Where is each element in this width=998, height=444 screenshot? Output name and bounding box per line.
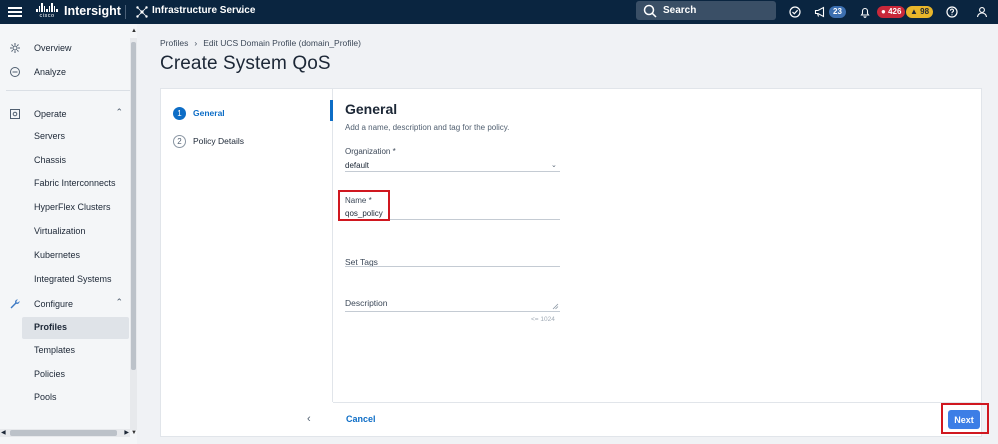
active-step-indicator xyxy=(330,100,333,121)
sidebar-item-configure[interactable]: Configure ⌃ xyxy=(0,294,131,316)
field-underline xyxy=(345,266,560,267)
sidebar-divider xyxy=(6,90,130,91)
sidebar-item-virtualization[interactable]: Virtualization xyxy=(0,221,131,243)
sidebar-item-integrated-systems[interactable]: Integrated Systems xyxy=(0,269,131,291)
description-label: Description xyxy=(345,298,388,308)
step-number: 1 xyxy=(173,106,186,120)
search-icon xyxy=(643,4,657,18)
sidebar-item-profiles[interactable]: Profiles xyxy=(22,317,129,339)
warning-alarms-badge: ▲ 98 xyxy=(906,6,934,18)
app-title: Intersight xyxy=(64,4,121,18)
megaphone-icon xyxy=(814,6,825,18)
critical-alarms-button[interactable]: ● 426 xyxy=(874,4,906,20)
chevron-right-icon: › xyxy=(194,38,198,48)
step-number: 2 xyxy=(173,134,186,148)
description-char-counter: <= 1024 xyxy=(531,316,555,323)
sidebar: Overview Analyze Operate ⌃ Servers Chass… xyxy=(0,24,137,444)
footer-divider xyxy=(333,402,981,403)
sidebar-item-analyze[interactable]: Analyze xyxy=(0,62,131,84)
scroll-right-icon[interactable]: ▶ xyxy=(124,429,129,436)
help-icon xyxy=(946,6,958,18)
user-button[interactable] xyxy=(976,4,988,20)
notifications-button[interactable] xyxy=(859,4,871,20)
announcements-button[interactable]: 23 xyxy=(814,4,846,20)
breadcrumb: Profiles › Edit UCS Domain Profile (doma… xyxy=(160,38,361,48)
organization-dropdown[interactable]: Organization * default xyxy=(345,145,560,171)
scroll-left-icon[interactable]: ◀ xyxy=(1,429,6,436)
sidebar-item-operate[interactable]: Operate ⌃ xyxy=(0,104,131,126)
name-value: qos_policy xyxy=(345,209,383,218)
field-underline xyxy=(345,171,560,172)
form-title: General xyxy=(345,101,398,117)
page-title: Create System QoS xyxy=(160,53,331,74)
sidebar-item-overview[interactable]: Overview xyxy=(0,38,131,60)
sidebar-item-hyperflex-clusters[interactable]: HyperFlex Clusters xyxy=(0,197,131,219)
top-bar: cisco Intersight Infrastructure Service … xyxy=(0,0,998,24)
overview-icon xyxy=(10,43,20,53)
sidebar-item-kubernetes[interactable]: Kubernetes xyxy=(0,245,131,267)
name-input[interactable]: Name * qos_policy xyxy=(345,194,560,219)
wrench-icon xyxy=(10,299,20,309)
service-icon xyxy=(136,6,148,18)
sidebar-item-fabric-interconnects[interactable]: Fabric Interconnects xyxy=(0,173,131,195)
search-label: Search xyxy=(663,5,697,16)
wizard-steps: 1 General 2 Policy Details ‹ xyxy=(161,89,333,425)
announcements-count: 23 xyxy=(829,6,846,18)
tasks-button[interactable] xyxy=(789,4,801,20)
sidebar-item-policies[interactable]: Policies xyxy=(0,364,131,386)
user-icon xyxy=(976,7,988,18)
scrollbar-thumb[interactable] xyxy=(10,430,117,436)
search-input[interactable]: Search xyxy=(636,1,776,20)
critical-alarms-badge: ● 426 xyxy=(877,6,906,18)
chevron-down-icon[interactable]: ⌄ xyxy=(237,5,245,16)
wizard-card: 1 General 2 Policy Details ‹ General Add… xyxy=(160,88,982,437)
breadcrumb-profiles[interactable]: Profiles xyxy=(160,38,188,48)
operate-icon xyxy=(10,109,20,119)
sidebar-item-servers[interactable]: Servers xyxy=(0,126,131,148)
bell-icon xyxy=(860,7,870,18)
horizontal-scrollbar[interactable]: ◀ ▶ xyxy=(0,429,130,437)
sidebar-item-chassis[interactable]: Chassis xyxy=(0,150,131,172)
breadcrumb-current: Edit UCS Domain Profile (domain_Profile) xyxy=(203,38,361,48)
name-label: Name * xyxy=(345,196,372,205)
field-underline xyxy=(345,311,560,312)
set-tags-input[interactable]: Set Tags xyxy=(345,254,560,267)
description-textarea[interactable]: Description xyxy=(345,295,560,311)
menu-icon[interactable] xyxy=(8,5,22,19)
sidebar-scrollbar[interactable]: ▲ ▼ xyxy=(130,28,137,436)
resize-handle-icon[interactable] xyxy=(552,303,559,310)
collapse-chevron-icon[interactable]: ‹ xyxy=(307,413,311,425)
field-underline xyxy=(345,219,560,220)
chevron-up-icon[interactable]: ⌃ xyxy=(115,297,123,308)
analyze-icon xyxy=(10,67,20,77)
organization-value: default xyxy=(345,161,370,170)
divider xyxy=(125,5,126,19)
step-policy-details[interactable]: 2 Policy Details xyxy=(173,133,244,149)
sidebar-item-pools[interactable]: Pools xyxy=(0,387,131,409)
form-subtitle: Add a name, description and tag for the … xyxy=(345,123,510,132)
scrollbar-thumb[interactable] xyxy=(131,42,136,370)
cancel-button[interactable]: Cancel xyxy=(346,414,376,424)
warning-alarms-button[interactable]: ▲ 98 xyxy=(903,4,934,20)
chevron-up-icon[interactable]: ⌃ xyxy=(115,107,123,118)
organization-label: Organization * xyxy=(345,147,396,156)
check-circle-icon xyxy=(789,6,801,18)
next-button[interactable]: Next xyxy=(948,410,980,429)
chevron-down-icon[interactable]: ⌄ xyxy=(551,161,557,169)
scroll-down-icon[interactable]: ▼ xyxy=(131,430,137,436)
cisco-logo: cisco xyxy=(36,3,58,21)
step-label: Policy Details xyxy=(193,136,245,146)
sidebar-item-templates[interactable]: Templates xyxy=(0,340,131,362)
scroll-up-icon[interactable]: ▲ xyxy=(131,28,137,34)
help-button[interactable] xyxy=(946,4,958,20)
step-label: General xyxy=(193,108,225,118)
step-general[interactable]: 1 General xyxy=(173,105,225,121)
